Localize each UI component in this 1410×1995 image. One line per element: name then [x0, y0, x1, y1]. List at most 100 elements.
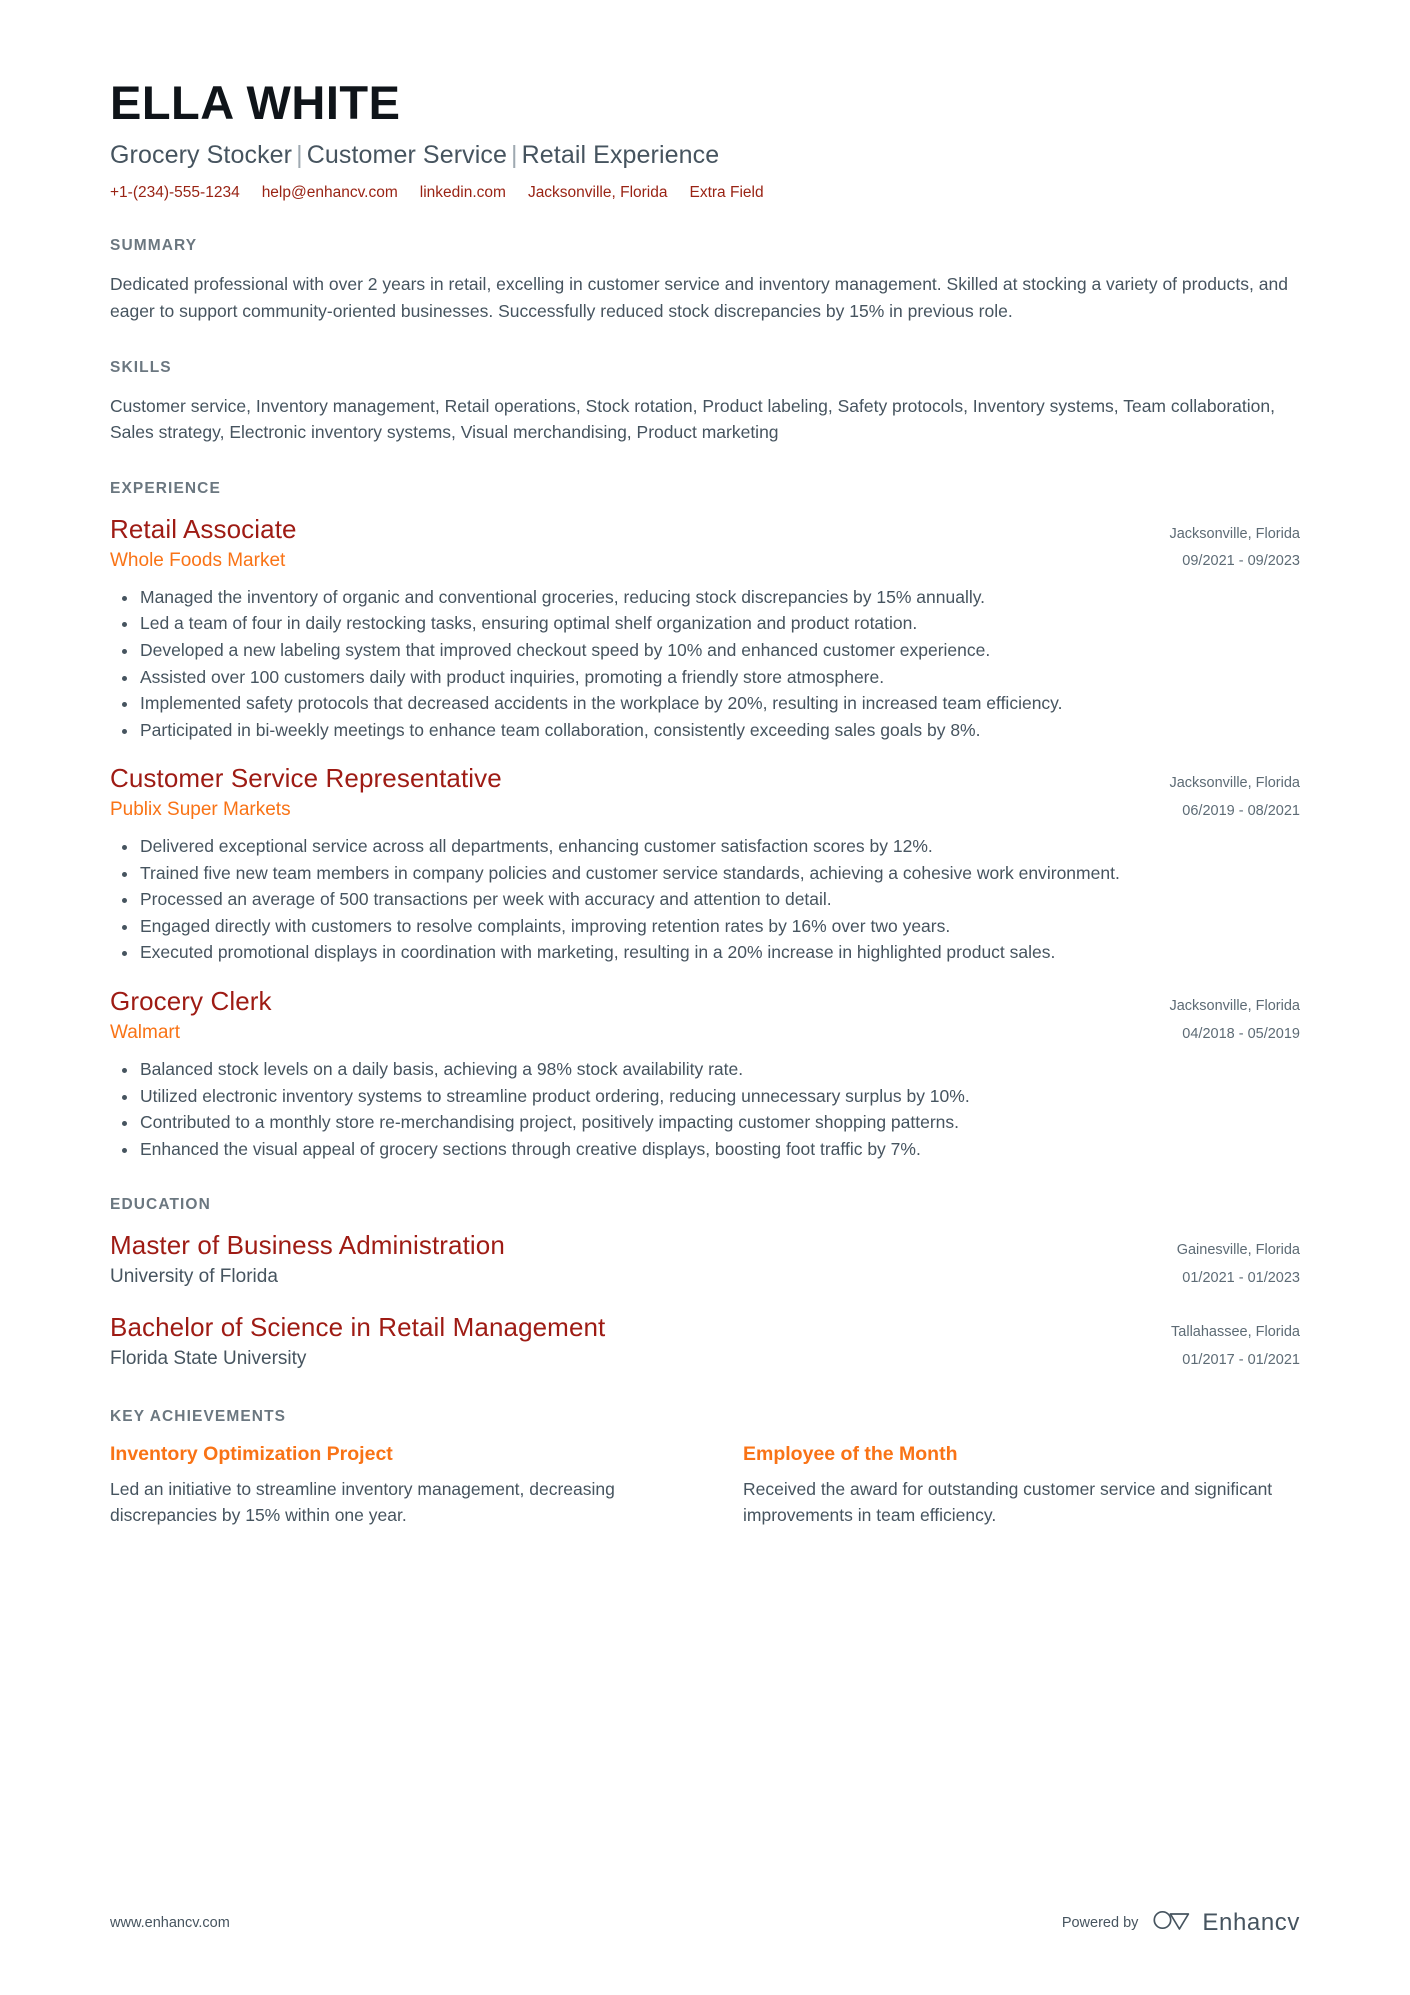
achievement-item: Employee of the Month Received the award …	[743, 1442, 1300, 1528]
page-footer: www.enhancv.com Powered by Enhancv	[110, 1908, 1300, 1937]
section-heading-education: EDUCATION	[110, 1196, 211, 1214]
achievement-description: Led an initiative to streamline inventor…	[110, 1478, 615, 1526]
section-heading-skills: SKILLS	[110, 358, 172, 376]
professional-headline: Grocery Stocker | Customer Service | Retail …	[110, 140, 1300, 170]
footer-website-url[interactable]: www.enhancv.com	[110, 1915, 230, 1931]
school-name: University of Florida	[110, 1266, 278, 1288]
responsibility-item: Trained five new team members in company…	[122, 861, 1300, 887]
summary-text: Dedicated professional with over 2 years…	[110, 274, 1288, 322]
company-name: Publix Super Markets	[110, 798, 291, 820]
job-dates: 06/2019 - 08/2021	[1182, 802, 1300, 819]
headline-part-1: Grocery Stocker	[110, 140, 293, 169]
responsibility-list: Delivered exceptional service across all…	[110, 834, 1300, 966]
enhancv-brand: Enhancv	[1152, 1908, 1300, 1937]
headline-separator: |	[296, 140, 303, 169]
entry-header: Bachelor of Science in Retail Management…	[110, 1312, 1300, 1374]
achievements-grid: Inventory Optimization Project Led an ini…	[110, 1442, 1300, 1528]
education-entry-list: Master of Business Administration Univers…	[110, 1230, 1300, 1374]
responsibility-item: Developed a new labeling system that imp…	[122, 638, 1300, 664]
contact-email[interactable]: help@enhancv.com	[262, 182, 398, 204]
contact-row: +1-(234)-555-1234 help@enhancv.com linkedi…	[110, 182, 1300, 204]
resume-page: ELLA WHITE Grocery Stocker | Customer Serv…	[0, 0, 1410, 1995]
entry-meta: Jacksonville, Florida 06/2019 - 08/2021	[1169, 763, 1300, 825]
contact-linkedin[interactable]: linkedin.com	[420, 182, 506, 204]
education-section: EDUCATION Master of Business Administrat…	[110, 1196, 1300, 1374]
powered-by-block: Powered by Enhancv	[1062, 1908, 1300, 1937]
experience-section: EXPERIENCE Retail Associate Whole Foods M…	[110, 480, 1300, 1162]
skills-text: Customer service, Inventory management, …	[110, 395, 1275, 443]
skills-section: SKILLS Customer service, Inventory manag…	[110, 359, 1300, 446]
entry-header: Retail Associate Whole Foods Market Jackso…	[110, 514, 1300, 576]
headline-separator: |	[511, 140, 518, 169]
responsibility-item: Implemented safety protocols that decrea…	[122, 691, 1300, 717]
responsibility-item: Managed the inventory of organic and con…	[122, 585, 1300, 611]
responsibility-item: Executed promotional displays in coordin…	[122, 940, 1300, 966]
entry-primary: Customer Service Representative Publix Su…	[110, 763, 1169, 821]
key-achievements-section: KEY ACHIEVEMENTS Inventory Optimization …	[110, 1408, 1300, 1528]
contact-extra-field[interactable]: Extra Field	[690, 182, 764, 204]
entry-primary: Master of Business Administration Univers…	[110, 1230, 1177, 1288]
entry-meta: Jacksonville, Florida 09/2021 - 09/2023	[1169, 514, 1300, 576]
degree-title: Master of Business Administration	[110, 1230, 505, 1261]
degree-title: Bachelor of Science in Retail Management	[110, 1312, 606, 1343]
experience-entry: Retail Associate Whole Foods Market Jackso…	[110, 514, 1300, 743]
responsibility-item: Participated in bi-weekly meetings to en…	[122, 718, 1300, 744]
summary-section: SUMMARY Dedicated professional with over…	[110, 237, 1300, 324]
responsibility-item: Utilized electronic inventory systems to…	[122, 1084, 1300, 1110]
job-location: Jacksonville, Florida	[1169, 998, 1300, 1015]
school-dates: 01/2017 - 01/2021	[1182, 1351, 1300, 1368]
job-location: Jacksonville, Florida	[1169, 775, 1300, 792]
headline-part-2: Customer Service	[306, 140, 507, 169]
entry-header: Grocery Clerk Walmart Jacksonville, Florid…	[110, 986, 1300, 1048]
section-heading-key-achievements: KEY ACHIEVEMENTS	[110, 1408, 287, 1426]
job-dates: 04/2018 - 05/2019	[1182, 1025, 1300, 1042]
responsibility-item: Delivered exceptional service across all…	[122, 834, 1300, 860]
company-name: Walmart	[110, 1021, 181, 1043]
achievement-description: Received the award for outstanding custo…	[743, 1478, 1273, 1526]
job-title: Customer Service Representative	[110, 763, 502, 794]
entry-primary: Bachelor of Science in Retail Management…	[110, 1312, 1171, 1370]
responsibility-list: Balanced stock levels on a daily basis, …	[110, 1057, 1300, 1162]
contact-location[interactable]: Jacksonville, Florida	[528, 182, 668, 204]
section-heading-experience: EXPERIENCE	[110, 479, 221, 497]
responsibility-item: Led a team of four in daily restocking t…	[122, 611, 1300, 637]
education-entry: Master of Business Administration Univers…	[110, 1230, 1300, 1292]
responsibility-item: Assisted over 100 customers daily with p…	[122, 665, 1300, 691]
school-location: Gainesville, Florida	[1176, 1242, 1300, 1259]
responsibility-item: Balanced stock levels on a daily basis, …	[122, 1057, 1300, 1083]
entry-primary: Retail Associate Whole Foods Market	[110, 514, 1169, 572]
job-title: Retail Associate	[110, 513, 297, 544]
entry-meta: Gainesville, Florida 01/2021 - 01/2023	[1177, 1230, 1300, 1292]
achievement-item: Inventory Optimization Project Led an ini…	[110, 1442, 667, 1528]
education-entry: Bachelor of Science in Retail Management…	[110, 1312, 1300, 1374]
headline-part-3: Retail Experience	[521, 140, 720, 169]
achievement-title: Inventory Optimization Project	[110, 1443, 393, 1466]
entry-meta: Tallahassee, Florida 01/2017 - 01/2021	[1171, 1312, 1300, 1374]
achievement-title: Employee of the Month	[743, 1443, 958, 1466]
responsibility-item: Enhanced the visual appeal of grocery se…	[122, 1137, 1300, 1163]
company-name: Whole Foods Market	[110, 549, 286, 571]
school-name: Florida State University	[110, 1348, 307, 1370]
experience-entry: Grocery Clerk Walmart Jacksonville, Florid…	[110, 986, 1300, 1162]
entry-primary: Grocery Clerk Walmart	[110, 986, 1169, 1044]
section-heading-summary: SUMMARY	[110, 237, 198, 255]
resume-header: ELLA WHITE Grocery Stocker | Customer Serv…	[110, 0, 1300, 203]
entry-header: Master of Business Administration Univers…	[110, 1230, 1300, 1292]
contact-phone[interactable]: +1-(234)-555-1234	[110, 182, 240, 204]
entry-meta: Jacksonville, Florida 04/2018 - 05/2019	[1169, 986, 1300, 1048]
powered-by-label: Powered by	[1061, 1914, 1139, 1931]
school-dates: 01/2021 - 01/2023	[1182, 1269, 1300, 1286]
experience-entry-list: Retail Associate Whole Foods Market Jackso…	[110, 514, 1300, 1162]
experience-entry: Customer Service Representative Publix Su…	[110, 763, 1300, 966]
school-location: Tallahassee, Florida	[1171, 1324, 1300, 1341]
enhancv-brand-name: Enhancv	[1202, 1908, 1300, 1936]
responsibility-list: Managed the inventory of organic and con…	[110, 585, 1300, 743]
entry-header: Customer Service Representative Publix Su…	[110, 763, 1300, 825]
bottom-spacer	[110, 1528, 1300, 1572]
job-dates: 09/2021 - 09/2023	[1182, 553, 1300, 570]
job-location: Jacksonville, Florida	[1169, 525, 1300, 542]
job-title: Grocery Clerk	[110, 986, 272, 1017]
responsibility-item: Contributed to a monthly store re-mercha…	[122, 1110, 1300, 1136]
responsibility-item: Engaged directly with customers to resol…	[122, 914, 1300, 940]
enhancv-infinity-logo-icon	[1152, 1908, 1192, 1937]
